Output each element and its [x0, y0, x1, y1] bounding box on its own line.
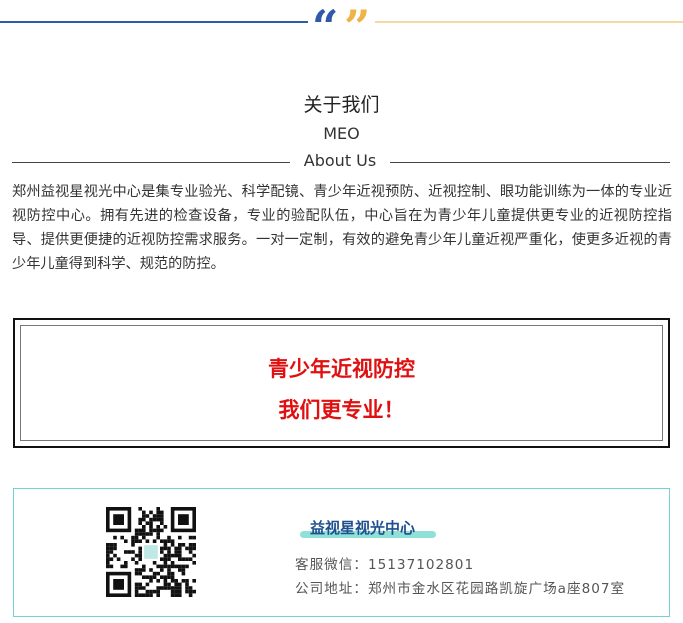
divider-line-right — [390, 162, 670, 163]
brand-block: 益视星视光中心 — [300, 517, 436, 539]
company-address: 公司地址：郑州市金水区花园路凯旋广场a座807室 — [295, 581, 626, 597]
about-divider: About Us — [12, 151, 670, 175]
intro-paragraph: 郑州益视星视光中心是集专业验光、科学配镜、青少年近视预防、近视控制、眼功能训练为… — [12, 184, 672, 272]
about-us-label: About Us — [303, 151, 377, 170]
brand-name: 益视星视光中心 — [310, 519, 416, 537]
section-abbr: MEO — [323, 124, 360, 143]
close-quote-icon: ” — [344, 0, 371, 54]
open-quote-icon: “ — [312, 0, 339, 54]
contact-card: 益视星视光中心 客服微信：15137102801 公司地址：郑州市金水区花园路凯… — [13, 488, 670, 617]
slogan-inner-frame: 青少年近视防控 我们更专业！ — [20, 325, 663, 441]
qr-code-icon[interactable] — [106, 507, 196, 597]
header-rule-left — [0, 21, 308, 23]
slogan-line-1: 青少年近视防控 — [268, 357, 415, 381]
divider-line-left — [12, 162, 290, 163]
section-title: 关于我们 — [303, 94, 380, 116]
slogan-line-2: 我们更专业！ — [278, 398, 405, 422]
wechat-contact: 客服微信：15137102801 — [295, 557, 475, 573]
slogan-box: 青少年近视防控 我们更专业！ — [13, 318, 670, 448]
header-rule-right — [375, 21, 683, 23]
